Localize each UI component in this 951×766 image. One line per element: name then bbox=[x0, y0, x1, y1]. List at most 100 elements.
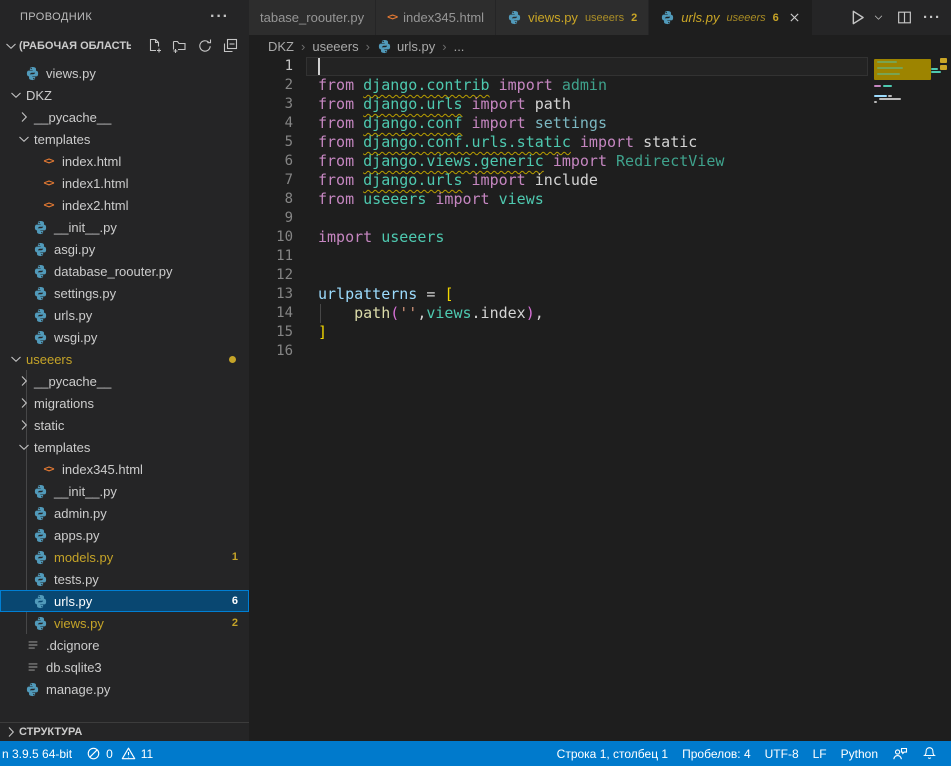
tree-item[interactable]: tests.py bbox=[0, 568, 249, 590]
tree-item[interactable]: views.py bbox=[0, 62, 249, 84]
breadcrumb-item[interactable]: useeers bbox=[312, 39, 358, 54]
tree-item[interactable]: db.sqlite3 bbox=[0, 656, 249, 678]
code-line: 7from django.urls import include bbox=[249, 171, 872, 190]
tree-item[interactable]: urls.py6 bbox=[0, 590, 249, 612]
breadcrumb-item[interactable]: DKZ bbox=[268, 39, 294, 54]
explorer-sidebar: ПРОВОДНИК ··· (РАБОЧАЯ ОБЛАСТЬ) ... view… bbox=[0, 0, 249, 741]
tree-item-label: __pycache__ bbox=[34, 374, 111, 389]
tree-item[interactable]: __pycache__ bbox=[0, 370, 249, 392]
tab-index345.html[interactable]: <>index345.html bbox=[376, 0, 496, 35]
tree-item[interactable]: .dcignore bbox=[0, 634, 249, 656]
python-interpreter[interactable]: n 3.9.5 64-bit bbox=[0, 747, 79, 761]
tree-item[interactable]: <>index2.html bbox=[0, 194, 249, 216]
line-number: 5 bbox=[249, 133, 293, 152]
tree-item-label: settings.py bbox=[54, 286, 116, 301]
chevron-down-icon bbox=[16, 439, 32, 455]
tree-item[interactable]: static bbox=[0, 414, 249, 436]
tree-item[interactable]: asgi.py bbox=[0, 238, 249, 260]
tree-item[interactable]: migrations bbox=[0, 392, 249, 414]
tree-item[interactable]: useeers bbox=[0, 348, 249, 370]
run-dropdown-chevron-icon[interactable] bbox=[873, 12, 884, 23]
python-icon bbox=[32, 528, 49, 543]
feedback-icon[interactable] bbox=[885, 746, 915, 762]
encoding-status[interactable]: UTF-8 bbox=[758, 747, 806, 761]
outline-section-label: СТРУКТУРА bbox=[19, 726, 82, 738]
text-cursor bbox=[318, 58, 320, 75]
tab-label: urls.py bbox=[681, 10, 719, 25]
cursor-position[interactable]: Строка 1, столбец 1 bbox=[550, 747, 675, 761]
line-number: 2 bbox=[249, 76, 293, 95]
breadcrumb-item[interactable]: urls.py bbox=[377, 39, 435, 54]
problems-status[interactable]: 0 11 bbox=[79, 746, 160, 761]
tree-item[interactable]: admin.py bbox=[0, 502, 249, 524]
python-icon bbox=[32, 594, 49, 609]
breadcrumb-item[interactable]: ... bbox=[454, 39, 465, 54]
new-file-icon[interactable] bbox=[146, 37, 164, 55]
error-count: 0 bbox=[106, 747, 113, 761]
code-area[interactable]: 12from django.contrib import admin3from … bbox=[249, 57, 872, 361]
tree-item[interactable]: __pycache__ bbox=[0, 106, 249, 128]
tab-views.py[interactable]: views.pyuseeers2 bbox=[496, 0, 649, 35]
python-icon bbox=[32, 550, 49, 565]
tree-item[interactable]: __init__.py bbox=[0, 216, 249, 238]
eol-status[interactable]: LF bbox=[806, 747, 834, 761]
tree-item[interactable]: <>index.html bbox=[0, 150, 249, 172]
tree-item-label: __init__.py bbox=[54, 220, 117, 235]
tab-tabase_roouter.py[interactable]: tabase_roouter.py bbox=[249, 0, 376, 35]
workspace-section-header[interactable]: (РАБОЧАЯ ОБЛАСТЬ) ... bbox=[0, 34, 249, 57]
file-icon bbox=[24, 638, 41, 652]
code-line: 12 bbox=[249, 266, 872, 285]
line-number: 12 bbox=[249, 266, 293, 285]
tab-label: tabase_roouter.py bbox=[260, 10, 364, 25]
refresh-icon[interactable] bbox=[196, 37, 214, 55]
language-mode[interactable]: Python bbox=[834, 747, 885, 761]
chevron-right-icon bbox=[16, 395, 32, 411]
notifications-bell-icon[interactable] bbox=[915, 746, 945, 761]
tab-urls.py[interactable]: urls.pyuseeers6 bbox=[649, 0, 813, 35]
tree-item[interactable]: __init__.py bbox=[0, 480, 249, 502]
tree-item[interactable]: views.py2 bbox=[0, 612, 249, 634]
tree-item[interactable]: settings.py bbox=[0, 282, 249, 304]
tree-item-label: views.py bbox=[46, 66, 96, 81]
tree-item[interactable]: database_roouter.py bbox=[0, 260, 249, 282]
tree-item[interactable]: templates bbox=[0, 128, 249, 150]
tree-item-label: __pycache__ bbox=[34, 110, 111, 125]
overview-warning-mark bbox=[940, 58, 947, 63]
line-number: 10 bbox=[249, 228, 293, 247]
breadcrumb-separator: › bbox=[301, 39, 305, 54]
problem-count-badge: 2 bbox=[232, 617, 238, 629]
tree-item[interactable]: <>index345.html bbox=[0, 458, 249, 480]
indentation-status[interactable]: Пробелов: 4 bbox=[675, 747, 758, 761]
tree-item[interactable]: templates bbox=[0, 436, 249, 458]
chevron-down-icon bbox=[16, 131, 32, 147]
tree-item-label: DKZ bbox=[26, 88, 52, 103]
python-icon bbox=[32, 616, 49, 631]
new-folder-icon[interactable] bbox=[171, 37, 189, 55]
collapse-all-icon[interactable] bbox=[221, 37, 239, 55]
close-icon[interactable] bbox=[788, 11, 801, 24]
tree-item[interactable]: models.py1 bbox=[0, 546, 249, 568]
more-actions-icon[interactable]: ··· bbox=[923, 13, 941, 23]
tree-item[interactable]: <>index1.html bbox=[0, 172, 249, 194]
python-icon bbox=[660, 10, 675, 25]
split-editor-icon[interactable] bbox=[896, 9, 913, 26]
tree-item-label: static bbox=[34, 418, 64, 433]
tree-item-label: models.py bbox=[54, 550, 113, 565]
run-python-file-icon[interactable] bbox=[848, 8, 867, 27]
tree-item[interactable]: urls.py bbox=[0, 304, 249, 326]
tree-item[interactable]: DKZ bbox=[0, 84, 249, 106]
warning-count: 11 bbox=[141, 747, 153, 761]
tree-item[interactable]: apps.py bbox=[0, 524, 249, 546]
tree-item-label: __init__.py bbox=[54, 484, 117, 499]
outline-section-header[interactable]: СТРУКТУРА bbox=[0, 722, 249, 741]
tree-item[interactable]: wsgi.py bbox=[0, 326, 249, 348]
code-line: 11 bbox=[249, 247, 872, 266]
code-line: 3from django.urls import path bbox=[249, 95, 872, 114]
line-number: 13 bbox=[249, 285, 293, 304]
more-actions-icon[interactable]: ··· bbox=[210, 12, 229, 22]
minimap[interactable] bbox=[872, 57, 937, 187]
error-icon bbox=[86, 746, 101, 761]
overview-ruler[interactable] bbox=[937, 57, 951, 357]
tree-item[interactable]: manage.py bbox=[0, 678, 249, 700]
chevron-down-icon bbox=[3, 38, 19, 54]
